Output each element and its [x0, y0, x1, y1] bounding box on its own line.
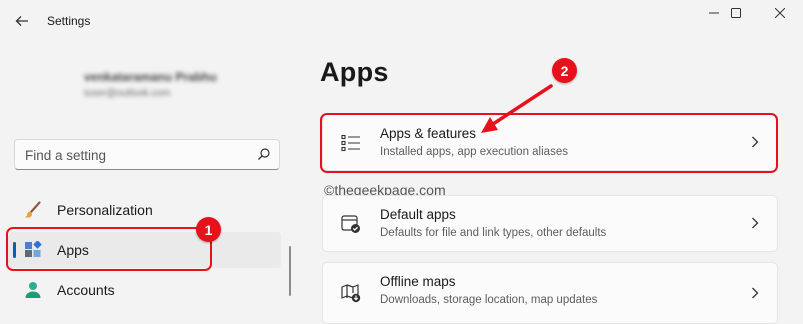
maximize-icon [731, 8, 741, 18]
close-button[interactable] [757, 2, 803, 24]
card-subtitle: Defaults for file and link types, other … [380, 227, 607, 239]
card-title: Offline maps [380, 274, 456, 289]
step-badge-1: 1 [196, 217, 221, 242]
highlight-box-apps-features [320, 113, 778, 173]
highlight-box-apps [6, 227, 212, 271]
maximize-button[interactable] [713, 2, 759, 24]
default-apps-card[interactable]: Default apps Defaults for file and link … [322, 195, 778, 252]
card-title: Default apps [380, 207, 456, 222]
chevron-right-icon [752, 217, 759, 229]
sidebar-item-personalization[interactable]: Personalization [8, 192, 281, 228]
sidebar-item-label: Accounts [57, 282, 115, 298]
chevron-right-icon [752, 287, 759, 299]
user-name: venkataramanu Prabhu [84, 70, 217, 84]
sidebar-scrollbar[interactable] [289, 246, 291, 296]
search-placeholder: Find a setting [25, 148, 107, 163]
step-badge-2: 2 [552, 58, 577, 83]
back-arrow-icon [15, 16, 28, 26]
person-icon [25, 282, 41, 298]
app-title: Settings [47, 14, 91, 28]
user-email: tuser@outlook.com [84, 88, 171, 99]
search-input[interactable]: Find a setting [14, 139, 280, 170]
title-bar: Settings [0, 0, 803, 44]
sidebar-item-accounts[interactable]: Accounts [8, 272, 281, 308]
map-icon [341, 284, 361, 303]
page-title: Apps [320, 57, 389, 87]
user-profile[interactable]: venkataramanu Prabhu tuser@outlook.com [84, 70, 217, 99]
default-apps-icon [341, 215, 360, 233]
paintbrush-icon [25, 201, 41, 218]
back-button[interactable] [8, 8, 36, 34]
card-subtitle: Downloads, storage location, map updates [380, 294, 598, 306]
close-icon [775, 8, 785, 18]
offline-maps-card[interactable]: Offline maps Downloads, storage location… [322, 262, 778, 324]
sidebar-item-label: Personalization [57, 202, 153, 218]
search-icon [258, 148, 270, 160]
